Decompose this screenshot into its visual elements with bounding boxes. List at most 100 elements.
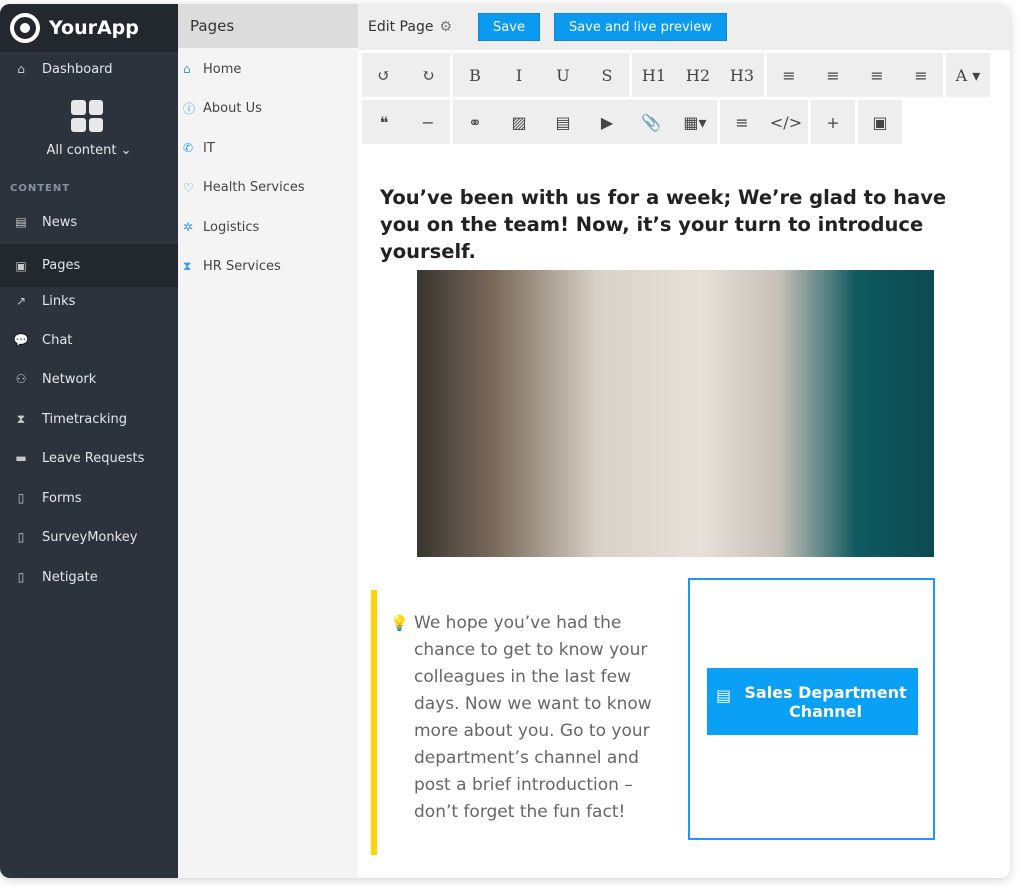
home-icon: ⌂ <box>17 62 25 76</box>
toolbar-button-icon[interactable]: 📎 <box>629 113 673 132</box>
toolbar-row-1: ↺ ↻ B I U S H1 H2 H3 ≡ ≡ ≡ ≡ A ▾ <box>362 53 990 97</box>
section-label: CONTENT <box>10 183 71 194</box>
brand[interactable]: YourApp <box>0 4 178 52</box>
sidebar-item-dashboard[interactable]: ⌂ Dashboard <box>0 49 178 89</box>
sidebar-item-label: Network <box>42 371 97 387</box>
page-icon: ⓘ <box>183 102 196 116</box>
sidebar-item-surveymonkey[interactable]: ▯ SurveyMonkey <box>0 517 178 557</box>
save-and-live-preview-button[interactable]: Save and live preview <box>553 13 727 41</box>
surveymonkey-icon: ▯ <box>17 530 25 544</box>
toolbar-button-icon[interactable]: ≡ <box>811 66 855 85</box>
page-icon: ♡ <box>183 180 194 195</box>
toolbar-group: ≡ </> <box>720 100 808 144</box>
toolbar-row-2: ❝ − ⚭ ▨ ▤ ▶ 📎 ▦▾ ≡ </> + ▣ <box>362 100 902 144</box>
page-icon: ✲ <box>183 220 194 234</box>
toolbar-button-icon[interactable]: ▨ <box>497 113 541 132</box>
toolbar-button-icon[interactable]: I <box>497 66 541 85</box>
toolbar-button-icon[interactable]: U <box>541 66 585 85</box>
toolbar-button-icon[interactable]: H2 <box>676 66 720 85</box>
sidebar-item-label: SurveyMonkey <box>42 529 138 545</box>
inbox-icon: ▤ <box>716 686 732 705</box>
toolbar-group: ≡ ≡ ≡ ≡ <box>767 53 943 97</box>
save-button[interactable]: Save <box>478 13 540 41</box>
sidebar-item-news[interactable]: ▤ News <box>0 202 178 242</box>
toolbar-button-icon[interactable]: ↻ <box>406 66 450 85</box>
page-icon: ⧗ <box>183 259 192 273</box>
toolbar-button-icon[interactable]: ⚭ <box>453 113 497 132</box>
sidebar-item-forms[interactable]: ▯ Forms <box>0 478 178 518</box>
gear-icon[interactable]: ⚙ <box>439 19 452 35</box>
headline[interactable]: You’ve been with us for a week; We’re gl… <box>380 184 980 265</box>
app-name: YourApp <box>49 17 139 39</box>
toolbar-button-icon[interactable]: H1 <box>632 66 676 85</box>
sidebar-item-label: Timetracking <box>42 411 128 427</box>
editor-topbar: Edit Page ⚙ Save Save and live preview <box>358 4 1010 50</box>
toolbar-button-icon[interactable]: ❝ <box>362 113 406 132</box>
sidebar-item-timetracking[interactable]: ⧗ Timetracking <box>0 399 178 439</box>
toolbar-button-icon[interactable]: ▦▾ <box>673 113 717 132</box>
toolbar-button-icon[interactable]: ▣ <box>858 113 902 132</box>
sidebar-item-label: Dashboard <box>42 61 113 77</box>
toolbar-button-icon[interactable]: ▤ <box>541 113 585 132</box>
timetracking-icon: ⧗ <box>16 411 26 426</box>
toolbar-button-icon[interactable]: ≡ <box>720 113 764 132</box>
toolbar-group: A ▾ <box>946 53 990 97</box>
toolbar-group: H1 H2 H3 <box>632 53 764 97</box>
quote-text[interactable]: We hope you’ve had the chance to get to … <box>414 610 674 826</box>
page-item-home[interactable]: ⌂ Home <box>183 54 241 84</box>
page-item-label: HR Services <box>203 259 281 274</box>
all-content-label: All content <box>46 143 117 158</box>
sidebar-item-leave-requests[interactable]: ▬ Leave Requests <box>0 438 178 478</box>
toolbar-button-icon[interactable]: </> <box>764 113 808 132</box>
sidebar-item-network[interactable]: ⚇ Network <box>0 359 178 399</box>
toolbar-button-icon[interactable]: ▶ <box>585 113 629 132</box>
page-item-label: Health Services <box>203 180 305 195</box>
sidebar-item-links[interactable]: ↗ Links <box>0 281 178 321</box>
forms-icon: ▯ <box>17 491 25 505</box>
pages-icon: ▣ <box>15 258 27 273</box>
sidebar-item-netigate[interactable]: ▯ Netigate <box>0 557 178 597</box>
toolbar-button-icon[interactable]: ≡ <box>767 66 811 85</box>
page-item-health-services[interactable]: ♡ Health Services <box>183 173 305 203</box>
toolbar-button-icon[interactable]: ≡ <box>855 66 899 85</box>
sidebar-item-label: News <box>42 214 78 230</box>
page-icon: ⌂ <box>183 62 191 76</box>
page-item-it[interactable]: ✆ IT <box>183 133 215 163</box>
sidebar: YourApp ⌂ Dashboard All content ⌄ CONTEN… <box>0 4 178 878</box>
sidebar-item-label: Chat <box>42 332 73 348</box>
page-item-logistics[interactable]: ✲ Logistics <box>183 212 259 242</box>
toolbar-button-icon[interactable]: ≡ <box>899 66 943 85</box>
channel-box[interactable]: ▤ Sales Department Channel <box>688 578 935 840</box>
lightbulb-icon: 💡 <box>390 614 409 632</box>
toolbar-button-icon[interactable]: A ▾ <box>946 66 990 85</box>
page-item-label: Home <box>203 61 242 77</box>
toolbar-button-icon[interactable]: B <box>453 66 497 85</box>
page-icon: ✆ <box>183 141 194 155</box>
page-item-hr-services[interactable]: ⧗ HR Services <box>183 252 281 282</box>
sidebar-item-label: Pages <box>42 258 81 273</box>
toolbar-group: ↺ ↻ <box>362 53 450 97</box>
toolbar-button-icon[interactable]: S <box>585 66 629 85</box>
network-icon: ⚇ <box>15 372 27 386</box>
sidebar-item-label: Leave Requests <box>42 450 145 466</box>
toolbar-group: ⚭ ▨ ▤ ▶ 📎 ▦▾ <box>453 100 717 144</box>
sales-department-channel-button[interactable]: ▤ Sales Department Channel <box>707 668 918 735</box>
grid-icon[interactable] <box>71 100 103 132</box>
chevron-down-icon: ⌄ <box>120 143 132 158</box>
sidebar-item-label: Netigate <box>42 569 98 585</box>
sidebar-item-chat[interactable]: 💬 Chat <box>0 320 178 360</box>
leave-requests-icon: ▬ <box>15 451 27 465</box>
page-item-about-us[interactable]: ⓘ About Us <box>183 94 262 124</box>
toolbar-button-icon[interactable]: + <box>811 113 855 132</box>
links-icon: ↗ <box>15 294 27 308</box>
sidebar-item-label: Forms <box>42 490 82 506</box>
page-item-label: IT <box>203 140 215 156</box>
editor: Edit Page ⚙ Save Save and live preview ↺… <box>358 4 1010 878</box>
all-content-dropdown[interactable]: All content ⌄ <box>0 143 178 158</box>
toolbar-button-icon[interactable]: − <box>406 113 450 132</box>
toolbar-button-icon[interactable]: H3 <box>720 66 764 85</box>
toolbar-button-icon[interactable]: ↺ <box>362 66 406 85</box>
team-photo[interactable] <box>417 270 934 557</box>
chat-icon: 💬 <box>13 333 29 347</box>
pages-title: Pages <box>178 4 358 48</box>
